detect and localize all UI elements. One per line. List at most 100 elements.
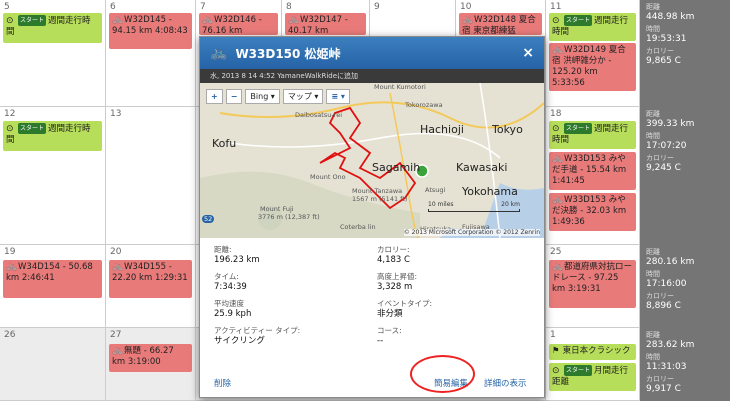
day-number: 9: [374, 2, 380, 12]
detail-value: --: [377, 336, 384, 346]
map-label: 1567 m (5141 ft): [352, 195, 408, 203]
day-number: 5: [4, 2, 10, 12]
detail-value: 4,183 C: [377, 255, 410, 265]
speed-item: 平均速度 25.9 kph: [214, 298, 367, 325]
calendar-event[interactable]: 🚲W34D155 - 22.20 km 1:29:31: [109, 260, 192, 298]
calendar-event[interactable]: ⊙ スタート 週間走行時間: [3, 121, 102, 151]
bike-icon: 🚲: [462, 15, 474, 25]
calendar-event[interactable]: 🚲W33D153 みやだ決勝 - 32.03 km 1:49:36: [549, 193, 636, 231]
detail-label: 距離:: [214, 245, 232, 254]
day-cell[interactable]: 25 🚲都道府県対抗ロードレース - 97.25 km 3:19:31: [546, 245, 640, 328]
route-map[interactable]: + − Bing ▾ マップ ▾ ≡ ▾ Mount Kumotori Toko…: [200, 83, 544, 238]
calendar-event[interactable]: 🚲W32D146 - 76.16 km: [199, 13, 278, 35]
calendar-event[interactable]: 🚲無題 - 66.27 km 3:19:00: [109, 344, 192, 372]
map-label: Mount Fuji: [260, 205, 294, 213]
event-text: W33D153 みやだ決勝 - 32.03 km 1:49:36: [552, 195, 627, 227]
day-cell[interactable]: 11 ⊙ スタート 週間走行時間 🚲W32D149 夏合宿 洪岬雑分か - 125.…: [546, 0, 640, 107]
event-badge: スタート: [564, 15, 593, 26]
event-text: W33D153 みやだ手道 - 15.54 km 1:41:45: [552, 154, 627, 186]
map-label: Kofu: [212, 137, 237, 150]
zoom-out-button[interactable]: −: [225, 89, 243, 104]
bike-icon: 🚲: [288, 15, 300, 25]
summary-value: 448.98 km: [646, 12, 695, 22]
summary-value: 19:53:31: [646, 34, 687, 44]
day-number: 25: [550, 247, 562, 257]
calendar-event[interactable]: 🚲W32D149 夏合宿 洪岬雑分か - 125.20 km 5:33:56: [549, 43, 636, 91]
summary-value: 9,865 C: [646, 56, 681, 66]
day-cell[interactable]: 20 🚲W34D155 - 22.20 km 1:29:31: [106, 245, 196, 328]
detail-label: アクティビティー タイプ:: [214, 326, 301, 335]
day-cell[interactable]: 5 ⊙ スタート 週間走行時間: [0, 0, 106, 107]
calendar-event[interactable]: ⊙ スタート 週間走行時間: [549, 13, 636, 41]
target-icon: ⊙: [552, 16, 560, 26]
summary-label: 時間: [646, 353, 660, 361]
event-badge: スタート: [18, 123, 47, 134]
calendar-event[interactable]: ⚑ 東日本クラシック: [549, 344, 636, 360]
day-cell[interactable]: 26: [0, 328, 106, 401]
delete-link[interactable]: 削除: [214, 377, 231, 389]
summary-label: カロリー: [646, 154, 674, 162]
event-text: W34D155 - 22.20 km 1:29:31: [112, 262, 188, 283]
summary-value: 11:31:03: [646, 362, 687, 372]
flag-icon: ⚑: [552, 346, 560, 356]
week-summary: 距離 280.16 km 時間 17:16:00 カロリー 8,896 C: [640, 245, 730, 328]
calendar-event[interactable]: ⊙ スタート 月間走行距離: [549, 363, 636, 391]
detail-value: 7:34:39: [214, 282, 247, 292]
map-scale: 10 miles 20 km: [428, 201, 520, 212]
bike-icon: 🚲: [6, 262, 18, 272]
day-cell[interactable]: 13: [106, 107, 196, 245]
day-number: 1: [550, 330, 556, 340]
calendar-event[interactable]: 🚲W32D148 夏合宿 東京都練猛: [459, 13, 542, 35]
summary-value: 9,917 C: [646, 384, 681, 394]
day-cell[interactable]: 18 ⊙ スタート 週間走行時間 🚲W33D153 みやだ手道 - 15.54 km…: [546, 107, 640, 245]
day-cell[interactable]: 27 🚲無題 - 66.27 km 3:19:00: [106, 328, 196, 401]
course-item: コース: --: [377, 325, 530, 352]
modal-header: 🚲 W33D150 松姫峠 ×: [200, 37, 544, 69]
calendar-event[interactable]: 🚲W32D147 - 40.17 km: [285, 13, 366, 35]
distance-item: 距離: 196.23 km: [214, 244, 367, 271]
bing-dropdown[interactable]: Bing ▾: [245, 89, 280, 104]
calendar-event[interactable]: ⊙ スタート 週間走行時間: [549, 121, 636, 149]
day-cell[interactable]: 12 ⊙ スタート 週間走行時間: [0, 107, 106, 245]
event-badge: スタート: [564, 365, 593, 376]
map-label: Kawasaki: [456, 161, 508, 174]
summary-value: 8,896 C: [646, 301, 681, 311]
day-cell[interactable]: 19 🚲W34D154 - 50.68 km 2:46:41: [0, 245, 106, 328]
summary-label: 時間: [646, 25, 660, 33]
view-details-link[interactable]: 詳細の表示: [484, 377, 527, 389]
week-summary: 距離 399.33 km 時間 17:07:20 カロリー 9,245 C: [640, 107, 730, 245]
detail-value: 非分類: [377, 309, 403, 319]
close-button[interactable]: ×: [522, 45, 534, 61]
day-number: 26: [4, 330, 16, 340]
calories-item: カロリー: 4,183 C: [377, 244, 530, 271]
day-number: 20: [110, 247, 122, 257]
day-number: 7: [200, 2, 206, 12]
summary-value: 283.62 km: [646, 340, 695, 350]
map-type-dropdown[interactable]: マップ ▾: [282, 89, 324, 104]
summary-label: 時間: [646, 270, 660, 278]
calendar-event[interactable]: 🚲W34D154 - 50.68 km 2:46:41: [3, 260, 102, 298]
calendar-event[interactable]: 🚲都道府県対抗ロードレース - 97.25 km 3:19:31: [549, 260, 636, 308]
target-icon: ⊙: [6, 124, 14, 134]
day-number: 8: [286, 2, 292, 12]
time-item: タイム: 7:34:39: [214, 271, 367, 298]
day-cell[interactable]: 1 ⚑ 東日本クラシック ⊙ スタート 月間走行距離: [546, 328, 640, 401]
detail-value: サイクリング: [214, 336, 265, 346]
calendar-event[interactable]: ⊙ スタート 週間走行時間: [3, 13, 102, 43]
calendar-event[interactable]: 🚲W33D153 みやだ手道 - 15.54 km 1:41:45: [549, 152, 636, 190]
detail-label: タイム:: [214, 272, 239, 281]
event-text: W34D154 - 50.68 km 2:46:41: [6, 262, 93, 283]
bike-icon: 🚲: [210, 45, 228, 61]
bike-icon: 🚲: [552, 262, 564, 272]
map-label: Yokohama: [462, 185, 518, 198]
day-number: 6: [110, 2, 116, 12]
zoom-in-button[interactable]: +: [206, 89, 223, 104]
calendar-event[interactable]: 🚲W32D145 - 94.15 km 4:08:43: [109, 13, 192, 49]
event-badge: スタート: [564, 123, 593, 134]
target-icon: ⊙: [6, 16, 14, 26]
map-label: Tokyo: [492, 123, 523, 136]
map-label: Mount Ono: [310, 173, 346, 181]
summary-value: 17:07:20: [646, 141, 687, 151]
day-cell[interactable]: 6 🚲W32D145 - 94.15 km 4:08:43: [106, 0, 196, 107]
layers-dropdown[interactable]: ≡ ▾: [326, 89, 350, 104]
